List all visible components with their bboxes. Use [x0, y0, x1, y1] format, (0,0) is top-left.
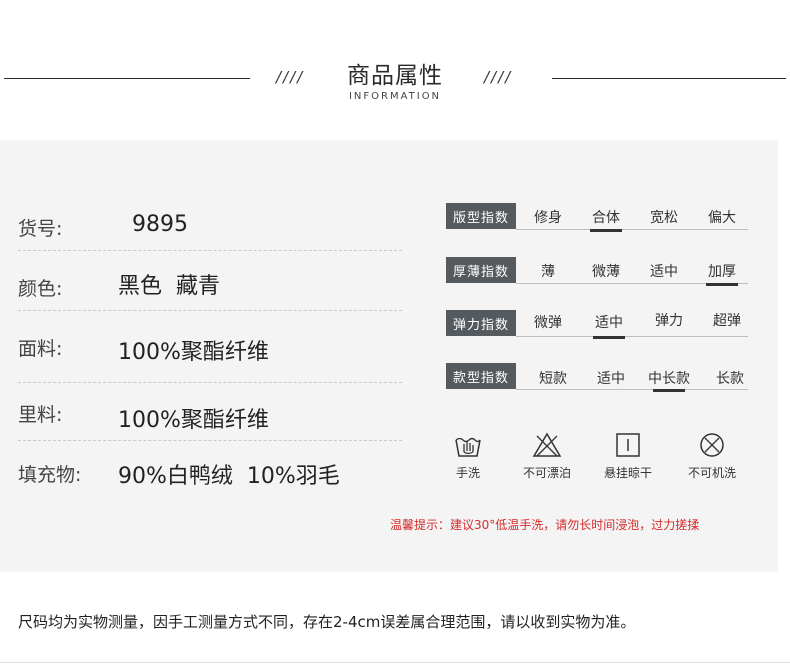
attr-value-filling: 90%白鸭绒 10%羽毛	[118, 464, 340, 489]
divider	[18, 382, 402, 383]
attr-value-color: 黑色 藏青	[118, 274, 220, 299]
index-option: 加厚	[708, 264, 736, 280]
index-option: 中长款	[648, 371, 690, 387]
attr-label-color: 颜色:	[18, 278, 63, 300]
index-option: 修身	[534, 210, 562, 226]
attr-label-filling: 填充物:	[18, 464, 82, 486]
index-selected-marker	[706, 283, 738, 286]
care-label: 不可漂泊	[522, 466, 571, 480]
index-line	[516, 229, 748, 230]
index-badge-elasticity: 弹力指数	[446, 310, 516, 336]
attr-value-lining: 100%聚酯纤维	[118, 408, 269, 433]
index-option: 宽松	[650, 210, 678, 226]
index-badge-length: 款型指数	[446, 363, 516, 389]
attr-value-fabric: 100%聚酯纤维	[118, 340, 269, 365]
index-option: 适中	[597, 371, 625, 387]
warm-tip: 温馨提示：建议30°低温手洗，请勿长时间浸泡，过力搓揉	[390, 518, 700, 532]
attr-label-item-no: 货号:	[18, 218, 63, 240]
index-badge-thickness: 厚薄指数	[446, 257, 516, 283]
attr-value-item-no: 9895	[132, 212, 188, 237]
index-selected-marker	[653, 389, 685, 392]
section-subtitle: INFORMATION	[348, 91, 442, 102]
index-option: 适中	[650, 264, 678, 280]
care-no-bleach: 不可漂泊	[507, 432, 587, 481]
divider	[18, 250, 402, 251]
care-hand-wash: 手洗	[428, 432, 508, 481]
footer-note: 尺码均为实物测量，因手工测量方式不同，存在2-4cm误差属合理范围，请以收到实物…	[18, 613, 636, 631]
attr-label-lining: 里料:	[18, 404, 63, 426]
care-no-machine-wash: 不可机洗	[672, 432, 752, 481]
index-selected-marker	[590, 229, 622, 232]
index-selected-marker	[593, 336, 625, 339]
care-label: 手洗	[455, 466, 480, 480]
index-option: 短款	[539, 371, 567, 387]
index-option: 弹力	[655, 313, 683, 329]
index-option: 长款	[716, 371, 744, 387]
hand-wash-icon	[455, 437, 481, 457]
no-bleach-icon	[532, 432, 562, 457]
care-hang-dry: 悬挂晾干	[588, 432, 668, 481]
index-option: 适中	[595, 315, 623, 331]
header-rule-right	[552, 78, 786, 79]
index-option: 合体	[592, 210, 620, 226]
index-line	[516, 336, 748, 337]
divider	[18, 310, 402, 311]
index-line	[516, 389, 748, 390]
index-option: 微弹	[534, 315, 562, 331]
care-label: 悬挂晾干	[603, 466, 652, 480]
hang-dry-icon	[616, 433, 640, 457]
header-slashes-right: ////	[484, 68, 513, 86]
attr-label-fabric: 面料:	[18, 338, 63, 360]
attributes-panel	[0, 140, 778, 572]
index-option: 微薄	[592, 264, 620, 280]
no-machine-wash-icon	[700, 433, 724, 457]
index-badge-fit: 版型指数	[446, 203, 516, 229]
footer-rule	[0, 662, 790, 663]
section-title: 商品属性	[347, 63, 443, 89]
index-option: 超弹	[713, 313, 741, 329]
index-option: 薄	[541, 264, 555, 280]
index-option: 偏大	[708, 210, 736, 226]
care-label: 不可机洗	[687, 466, 736, 480]
divider	[18, 440, 402, 441]
